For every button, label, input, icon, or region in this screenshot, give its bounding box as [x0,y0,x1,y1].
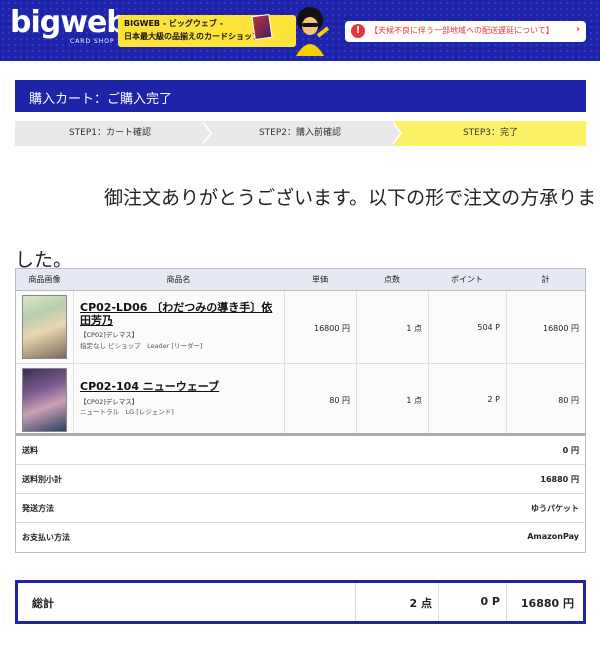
unit-price: 16800 円 [314,324,350,333]
col-total: 計 [541,275,550,284]
summary-value: 0 円 [562,446,579,455]
summary-value: ゆうパケット [531,504,579,513]
page-title-bar: 購入カート：ご購入完了 [15,80,586,112]
promo-subtitle: 日本最大級の品揃えのカードショップ！ [124,32,268,41]
product-name-link[interactable]: CP02-104 ニューウェーブ [80,380,280,393]
summary-value: AmazonPay [527,532,579,541]
quantity: 1 点 [406,396,422,405]
total-label: 総計 [32,597,54,610]
card-image-icon [251,13,273,41]
thanks-message: 御注文ありがとうございます。以下の形で注文の方承りま [104,187,597,209]
step-arrow-icon [201,121,210,145]
chevron-right-icon: › [575,24,580,35]
page-title: 購入カート：ご購入完了 [29,92,173,107]
payment-method-row: お支払い方法 AmazonPay [16,523,585,552]
delivery-notice-link[interactable]: ! 【天候不良に伴う一部地域への配送遅延について】 › [345,21,586,42]
line-total: 16800 円 [543,324,579,333]
total-points: 0 P [480,595,500,608]
product-image[interactable] [22,368,67,432]
product-desc: ニュートラル LG [レジェンド] [80,408,174,416]
table-row: CP02-104 ニューウェーブ 【CP02]デレマス】 ニュートラル LG [… [16,364,585,436]
step-2: STEP2：購入前確認 [205,121,395,146]
notice-text: 【天候不良に伴う一部地域への配送遅延について】 [370,26,554,35]
summary-label: お支払い方法 [22,533,70,542]
logo-subtitle: CARD SHOP [70,38,115,45]
summary-label: 送料別小計 [22,475,62,484]
shipping-method-row: 発送方法 ゆうパケット [16,494,585,523]
unit-price: 80 円 [329,396,350,405]
bigweb-logo[interactable]: bigweb [10,8,128,38]
summary-value: 16880 円 [540,475,579,484]
summary-label: 送料 [22,446,38,455]
col-qty: 点数 [384,275,400,284]
table-header: 商品画像 商品名 単価 点数 ポイント 計 [16,269,585,291]
col-points: ポイント [451,275,483,284]
col-price: 単価 [312,275,328,284]
points: 2 P [487,395,500,404]
subtotal-row: 送料別小計 16880 円 [16,465,585,494]
col-name: 商品名 [166,275,191,284]
quantity: 1 点 [406,324,422,333]
step-3-active: STEP3：完了 [395,121,586,146]
product-name-link[interactable]: CP02-LD06 〔わだつみの導き手〕依田芳乃 [80,301,280,327]
shipping-row: 送料 0 円 [16,436,585,465]
total-price: 16880 円 [520,597,574,610]
product-tag: 【CP02]デレマス】 [80,398,139,406]
line-total: 80 円 [558,396,579,405]
product-image[interactable] [22,295,67,359]
promo-title: BIGWEB - ビッグウェブ - [124,19,224,28]
step-arrow-icon [391,121,400,145]
total-quantity: 2 点 [409,597,432,610]
step-1: STEP1：カート確認 [15,121,205,146]
summary-label: 発送方法 [22,504,54,513]
order-table: 商品画像 商品名 単価 点数 ポイント 計 CP02-LD06 〔わだつみの導き… [15,268,586,553]
points: 504 P [477,323,500,332]
alert-icon: ! [351,24,365,38]
col-image: 商品画像 [28,275,61,284]
mascot-icon [296,7,330,56]
checkout-steps: STEP1：カート確認 STEP2：購入前確認 STEP3：完了 [15,121,586,146]
product-tag: 【CP02]デレマス】 [80,331,139,339]
table-row: CP02-LD06 〔わだつみの導き手〕依田芳乃 【CP02]デレマス】 指定な… [16,291,585,364]
site-header: bigweb CARD SHOP BIGWEB - ビッグウェブ - 日本最大級… [0,0,600,61]
grand-total-box: 総計 2 点 0 P 16880 円 [15,580,586,624]
product-desc: 指定なし ビショップ Leader [リーダー] [80,342,203,350]
